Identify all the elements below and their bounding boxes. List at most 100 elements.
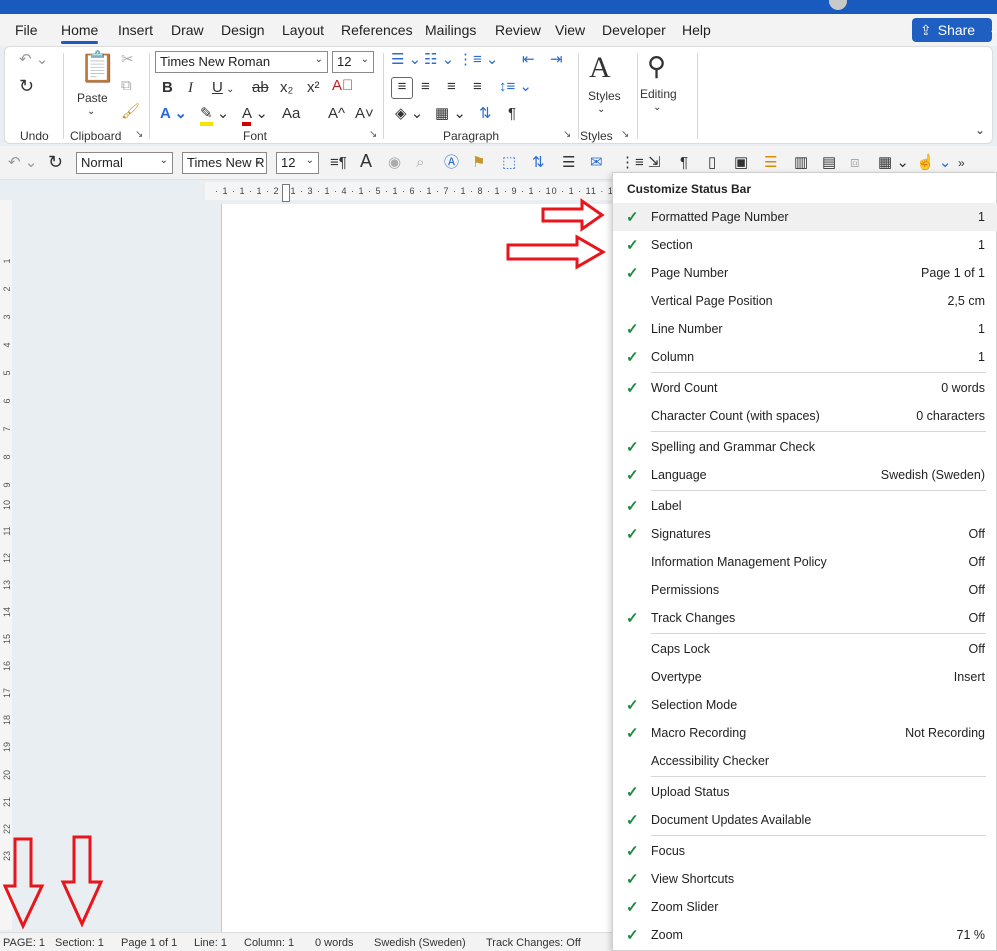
menu-item[interactable]: Permissions Off bbox=[613, 576, 997, 604]
font-color-icon[interactable]: A ⌄ bbox=[242, 105, 268, 126]
menu-item[interactable]: Vertical Page Position 2,5 cm bbox=[613, 287, 997, 315]
tab-file[interactable]: File bbox=[15, 22, 38, 38]
pdf-icon[interactable]: ▥ bbox=[794, 154, 808, 172]
menu-item[interactable]: ✓ Label bbox=[613, 492, 997, 520]
indent-marker[interactable] bbox=[282, 184, 290, 202]
undo-icon[interactable]: ↶ ⌄ bbox=[8, 154, 37, 172]
qat-font-select[interactable]: Times New R ⌄ bbox=[182, 152, 267, 174]
sort-icon[interactable]: ⇅ bbox=[479, 105, 492, 123]
align-center-icon[interactable]: ≡ bbox=[421, 78, 430, 96]
status-line[interactable]: Line: 1 bbox=[194, 937, 227, 949]
redo-icon[interactable]: ↻ bbox=[19, 77, 34, 95]
chevron-down-icon[interactable]: ⌄ bbox=[87, 103, 95, 121]
copy-icon[interactable]: ⧉ bbox=[121, 77, 132, 95]
show-formatting-icon[interactable]: ¶ bbox=[508, 105, 516, 123]
menu-item[interactable]: ✓ Track Changes Off bbox=[613, 604, 997, 632]
align-right-icon[interactable]: ≡ bbox=[447, 78, 456, 96]
chevron-down-icon[interactable]: ⌄ bbox=[597, 101, 605, 119]
page-icon[interactable]: ▯ bbox=[708, 154, 716, 172]
status-column[interactable]: Column: 1 bbox=[244, 937, 294, 949]
status-language[interactable]: Swedish (Sweden) bbox=[374, 937, 466, 949]
superscript-button[interactable]: x² bbox=[307, 79, 320, 97]
status-page-number[interactable]: Page 1 of 1 bbox=[121, 937, 177, 949]
paragraph-mark-icon[interactable]: ≡¶ bbox=[330, 154, 347, 172]
notes-icon[interactable]: ▤ bbox=[822, 154, 836, 172]
shading-icon[interactable]: ◈ ⌄ bbox=[395, 105, 423, 123]
document-page[interactable] bbox=[221, 204, 621, 932]
stacked-lines-icon[interactable]: ☰ bbox=[764, 154, 777, 172]
menu-item[interactable]: ✓ Macro Recording Not Recording bbox=[613, 719, 997, 747]
dialog-launcher-icon[interactable]: ↘ bbox=[135, 129, 143, 140]
styles-icon[interactable]: A bbox=[589, 51, 611, 85]
menu-item[interactable]: Character Count (with spaces) 0 character… bbox=[613, 402, 997, 430]
underline-button[interactable]: U bbox=[212, 79, 223, 97]
menu-item[interactable]: ✓ Column 1 bbox=[613, 343, 997, 371]
undo-icon[interactable]: ↶ ⌄ bbox=[19, 51, 48, 69]
collapse-ribbon-icon[interactable]: ⌄ bbox=[975, 121, 985, 139]
tab-review[interactable]: Review bbox=[495, 22, 541, 38]
group-icon[interactable]: ⧈ bbox=[850, 154, 860, 172]
menu-item[interactable]: ✓ Upload Status bbox=[613, 778, 997, 806]
dialog-launcher-icon[interactable]: ↘ bbox=[621, 129, 629, 140]
outline-icon[interactable]: ☰ bbox=[562, 154, 575, 172]
status-track-changes[interactable]: Track Changes: Off bbox=[486, 937, 581, 949]
status-word-count[interactable]: 0 words bbox=[315, 937, 354, 949]
menu-item[interactable]: Accessibility Checker bbox=[613, 747, 997, 775]
clear-formatting-icon[interactable]: A⃠ bbox=[332, 77, 353, 95]
rtl-icon[interactable]: ¶ bbox=[680, 154, 688, 172]
multilevel-list-icon[interactable]: ⋮≡ ⌄ bbox=[458, 51, 499, 69]
line-spacing-icon[interactable]: ↕≡ ⌄ bbox=[499, 78, 532, 96]
document-icon[interactable]: ⌕ bbox=[416, 154, 424, 172]
numbering-icon[interactable]: ☷ ⌄ bbox=[424, 51, 454, 69]
decrease-indent-icon[interactable]: ⇤ bbox=[522, 51, 535, 69]
style-select[interactable]: Normal ⌄ bbox=[76, 152, 173, 174]
menu-item[interactable]: Caps Lock Off bbox=[613, 635, 997, 663]
select-icon[interactable]: ⬚ bbox=[502, 154, 516, 172]
shrink-font-button[interactable]: A˅ bbox=[355, 105, 374, 123]
status-section[interactable]: Section: 1 bbox=[55, 937, 104, 949]
format-painter-icon[interactable]: 🖌 bbox=[121, 103, 140, 121]
borders-icon[interactable]: ▦ ⌄ bbox=[435, 105, 466, 123]
cut-icon[interactable]: ✂ bbox=[121, 51, 134, 69]
check-document-icon[interactable]: ✉ bbox=[590, 154, 603, 172]
status-formatted-page[interactable]: PAGE: 1 bbox=[3, 937, 45, 949]
dialog-launcher-icon[interactable]: ↘ bbox=[369, 129, 377, 140]
picture-icon[interactable]: ▣ bbox=[734, 154, 748, 172]
menu-item[interactable]: ✓ Zoom Slider bbox=[613, 893, 997, 921]
export-icon[interactable]: ⇲ bbox=[648, 154, 661, 172]
subscript-button[interactable]: x₂ bbox=[280, 79, 293, 97]
font-name-select[interactable]: Times New Roman ⌄ bbox=[155, 51, 328, 73]
text-box-icon[interactable]: Ⓐ bbox=[444, 154, 459, 172]
increase-indent-icon[interactable]: ⇥ bbox=[550, 51, 563, 69]
sort-icon[interactable]: ⇅ bbox=[532, 154, 545, 172]
tab-developer[interactable]: Developer bbox=[602, 22, 666, 38]
tab-references[interactable]: References bbox=[341, 22, 413, 38]
menu-item[interactable]: ✓ Language Swedish (Sweden) bbox=[613, 461, 997, 489]
touch-mode-icon[interactable]: ☝ ⌄ bbox=[916, 154, 951, 172]
tab-home[interactable]: Home bbox=[61, 22, 99, 44]
paste-icon[interactable]: 📋 bbox=[79, 51, 116, 85]
menu-item[interactable]: ✓ Selection Mode bbox=[613, 691, 997, 719]
menu-item[interactable]: ✓ Page Number Page 1 of 1 bbox=[613, 259, 997, 287]
italic-button[interactable]: I bbox=[188, 79, 193, 97]
tab-view[interactable]: View bbox=[555, 22, 585, 38]
strikethrough-button[interactable]: ab bbox=[252, 79, 269, 97]
menu-item[interactable]: Overtype Insert bbox=[613, 663, 997, 691]
dialog-launcher-icon[interactable]: ↘ bbox=[563, 129, 571, 140]
tab-layout[interactable]: Layout bbox=[282, 22, 324, 38]
font-size-select[interactable]: 12 ⌄ bbox=[332, 51, 374, 73]
menu-item[interactable]: ✓ Spelling and Grammar Check bbox=[613, 433, 997, 461]
justify-icon[interactable]: ≡ bbox=[473, 78, 482, 96]
chevron-down-icon[interactable]: ⌄ bbox=[989, 25, 997, 36]
chevron-down-icon[interactable]: ⌄ bbox=[226, 81, 234, 99]
bullets-icon[interactable]: ☰ ⌄ bbox=[391, 51, 421, 69]
tab-design[interactable]: Design bbox=[221, 22, 265, 38]
align-left-button[interactable]: ≡ bbox=[391, 77, 413, 99]
menu-item[interactable]: ✓ Line Number 1 bbox=[613, 315, 997, 343]
chevron-down-icon[interactable]: ⌄ bbox=[653, 99, 661, 117]
list-icon[interactable]: ⋮≡ bbox=[620, 154, 644, 172]
tab-draw[interactable]: Draw bbox=[171, 22, 204, 38]
menu-item[interactable]: ✓ Signatures Off bbox=[613, 520, 997, 548]
menu-item[interactable]: ✓ Document Updates Available bbox=[613, 806, 997, 834]
avatar[interactable] bbox=[829, 0, 847, 10]
